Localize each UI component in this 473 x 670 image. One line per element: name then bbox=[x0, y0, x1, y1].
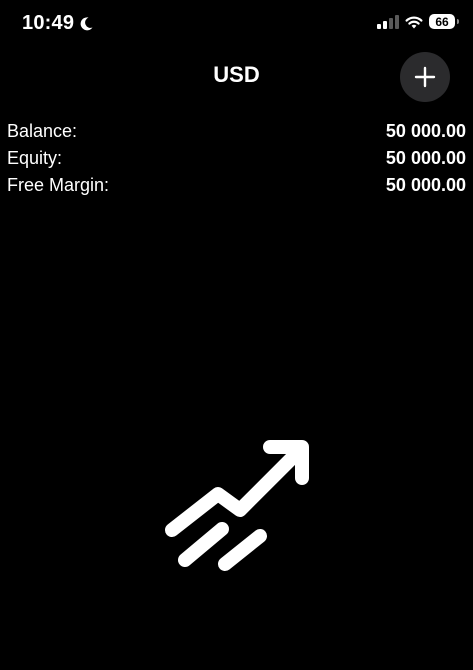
battery-level: 66 bbox=[435, 14, 449, 29]
cellular-signal-icon bbox=[377, 14, 399, 29]
balance-value: 50 000.00 bbox=[385, 121, 466, 141]
equity-value: 50 000.00 bbox=[385, 148, 466, 168]
time-text: 10:49 bbox=[22, 12, 75, 34]
account-summary: Balance: 50 000.00 Equity: 50 000.00 Fre… bbox=[7, 118, 466, 199]
status-bar: 10:49 66 bbox=[0, 0, 473, 50]
equity-label: Equity: bbox=[7, 148, 63, 168]
trending-up-arrow-icon bbox=[165, 440, 309, 571]
status-time: 10:49 bbox=[22, 12, 94, 35]
add-button[interactable] bbox=[400, 52, 450, 102]
equity-row: Equity: 50 000.00 bbox=[7, 145, 466, 172]
battery-icon: 66 bbox=[429, 14, 459, 29]
free-margin-label: Free Margin: bbox=[7, 175, 110, 195]
plus-icon bbox=[414, 66, 436, 88]
free-margin-value: 50 000.00 bbox=[385, 175, 466, 195]
status-icons: 66 bbox=[377, 14, 459, 29]
balance-label: Balance: bbox=[7, 121, 78, 141]
wifi-icon bbox=[405, 16, 423, 28]
balance-row: Balance: 50 000.00 bbox=[7, 118, 466, 145]
moon-icon bbox=[80, 16, 93, 30]
free-margin-row: Free Margin: 50 000.00 bbox=[7, 172, 466, 199]
